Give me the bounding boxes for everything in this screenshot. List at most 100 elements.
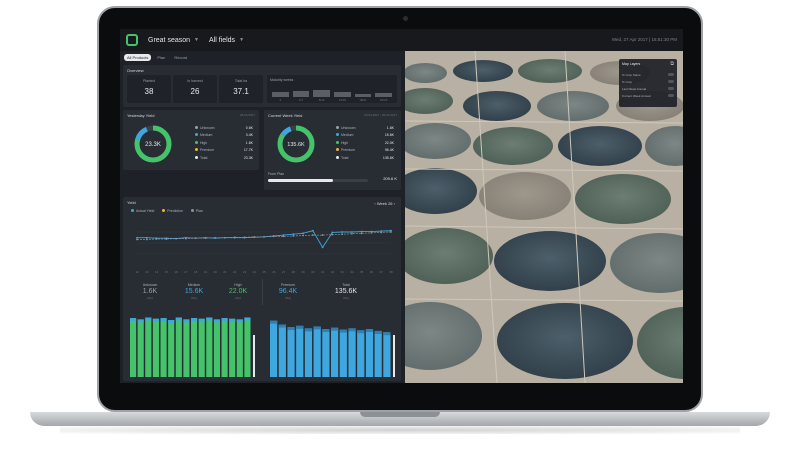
legend-value: 15.6K [384, 133, 394, 138]
data-point [380, 231, 383, 234]
maturity-tick: 4/7 [298, 98, 304, 102]
bar [198, 318, 205, 377]
app-logo-icon[interactable] [126, 34, 138, 46]
bar [322, 329, 330, 377]
legend-dot [195, 125, 198, 129]
bar-cap [244, 317, 251, 321]
map-layers-panel: Map Layers ⧉ % Crop Same % Crop Last Wee… [619, 59, 677, 107]
bar [145, 317, 152, 377]
layers-icon[interactable]: ⧉ [670, 61, 674, 67]
layer-toggle[interactable] [668, 80, 674, 83]
legend-dot [336, 155, 339, 159]
stat-planted: Planted 38 [127, 75, 171, 103]
x-tick-label: 13 [145, 270, 149, 274]
tab-plan[interactable]: Plan [154, 54, 168, 61]
x-tick-label: 21 [223, 270, 227, 274]
bar [175, 317, 182, 377]
data-point [292, 233, 295, 236]
bar-cap [229, 318, 236, 322]
kpi-label: High [234, 283, 242, 287]
kpi-divider [262, 279, 263, 305]
fields-selector[interactable]: All fields [209, 37, 235, 44]
bar-cap [287, 327, 295, 331]
from-plan-value: 209.6 K [383, 176, 397, 181]
yesterday-yield-panel: Yesterday Yield 26.04.2017 23.3K Unknown… [123, 110, 259, 170]
legend-row: High 22.0K [336, 139, 394, 147]
kpi-value: 1.6K [142, 288, 158, 295]
week-label: Week 26 [376, 201, 393, 206]
tab-record[interactable]: Record [171, 54, 190, 61]
camera-icon [403, 16, 408, 21]
maturity-chart: 2 4/7 8/12 13/16 18/21 22/25 [270, 84, 394, 102]
bar-cap [322, 329, 330, 332]
legend-dot [162, 209, 166, 212]
data-point [302, 234, 304, 237]
bar-cap [206, 317, 213, 321]
data-point [390, 231, 392, 233]
data-point [184, 237, 187, 240]
kpi-label: Medium [187, 283, 201, 287]
bar [137, 319, 144, 377]
legend-row: High 1.6K [195, 139, 253, 147]
tab-all-products[interactable]: All Products [124, 54, 152, 61]
layer-toggle[interactable] [668, 94, 674, 97]
x-tick-label: 34 [350, 270, 354, 274]
legend-row: Total 23.3K [195, 154, 253, 162]
data-point [155, 238, 158, 240]
bar-cap [175, 317, 182, 321]
legend-dot [336, 125, 339, 129]
from-plan-track [268, 179, 368, 182]
stat-label: In harvest [187, 79, 203, 83]
legend-row: Medium 15.6K [336, 132, 394, 140]
stat-in-harvest: In harvest 26 [173, 75, 217, 103]
legend-dot [336, 133, 339, 137]
maturity-tick: 13/16 [338, 98, 347, 102]
layer-row[interactable]: Last Week Annual [622, 87, 674, 91]
x-tick-label: 33 [340, 270, 344, 274]
layer-row[interactable]: Current Week Annual [622, 94, 674, 98]
x-tick-label: 14 [155, 270, 159, 274]
maturity-bar [292, 90, 310, 97]
x-tick-label: 20 [213, 270, 217, 274]
layer-toggle[interactable] [668, 87, 674, 90]
product-tabs: All Products Plan Record [124, 54, 190, 61]
legend-value: 135.6K [382, 155, 394, 160]
legend-row: Total 135.6K [336, 154, 394, 162]
data-point [302, 232, 304, 235]
data-point [233, 236, 236, 239]
data-point [224, 236, 226, 239]
legend-dot [336, 148, 339, 152]
chevron-down-icon[interactable]: ▼ [239, 37, 244, 43]
stat-total-ha: Total ha 37.1 [219, 75, 263, 103]
maturity-tick: 8/12 [318, 98, 325, 102]
bar [348, 328, 356, 377]
data-point [282, 235, 285, 238]
bar-cap [191, 318, 198, 322]
layer-row[interactable]: % Crop [622, 80, 674, 84]
legend-label: Plan [195, 209, 203, 213]
chevron-left-icon[interactable]: ‹ [374, 201, 375, 206]
data-point [145, 238, 148, 241]
bar [191, 318, 198, 377]
legend-label: Prediction [167, 209, 183, 213]
legend-label: Medium [200, 133, 213, 138]
current-week-title: Current Week Yield [268, 113, 303, 118]
bar [221, 318, 228, 377]
x-tick-label: 25 [262, 270, 266, 274]
layer-row[interactable]: % Crop Same [622, 73, 674, 77]
x-tick-label: 32 [331, 270, 335, 274]
layer-toggle[interactable] [668, 73, 674, 76]
legend-row: Premium 96.4K [336, 147, 394, 155]
satellite-map[interactable]: Map Layers ⧉ % Crop Same % Crop Last Wee… [405, 51, 683, 383]
bar-cap [348, 328, 356, 332]
kpi-value: 15.6K [184, 288, 204, 295]
season-selector[interactable]: Great season [148, 37, 190, 44]
bar-cap [296, 325, 304, 329]
bar-cap [198, 318, 205, 322]
x-tick-label: 38 [389, 270, 393, 274]
chevron-down-icon[interactable]: ▼ [194, 37, 199, 43]
x-tick-label: 31 [321, 270, 325, 274]
data-point [351, 232, 353, 235]
chevron-right-icon[interactable]: › [394, 201, 395, 206]
legend-value: 23.3K [243, 155, 253, 160]
